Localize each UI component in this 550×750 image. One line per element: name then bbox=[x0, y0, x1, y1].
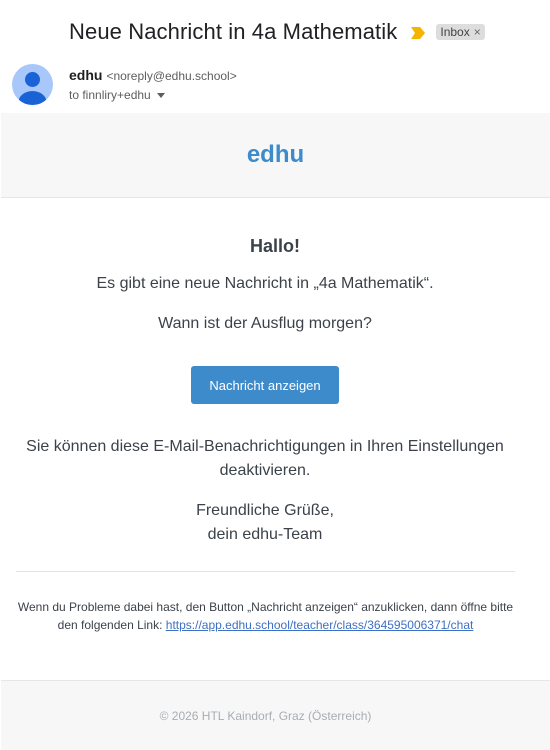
intro-text: Es gibt eine neue Nachricht in „4a Mathe… bbox=[96, 275, 434, 292]
sender-name[interactable]: edhu bbox=[69, 67, 102, 83]
message-preview: Wann ist der Ausflug morgen? bbox=[158, 315, 372, 332]
copyright-text: © 2026 HTL Kaindorf, Graz (Österreich) bbox=[159, 708, 372, 723]
caret-down-icon[interactable] bbox=[156, 92, 165, 98]
subject-row: Neue Nachricht in 4a Mathematik Inbox × bbox=[69, 16, 485, 48]
email-subject: Neue Nachricht in 4a Mathematik bbox=[69, 19, 398, 44]
email-brand-header: edhu bbox=[1, 113, 550, 198]
inbox-label-chip[interactable]: Inbox × bbox=[436, 24, 485, 40]
remove-label-icon[interactable]: × bbox=[474, 25, 481, 39]
signoff-greeting: Freundliche Grüße, bbox=[196, 502, 334, 519]
email-footer: © 2026 HTL Kaindorf, Graz (Österreich) bbox=[1, 680, 550, 750]
sender-row: edhu <noreply@edhu.school> bbox=[69, 67, 237, 83]
recipient-text: to finnliry+edhu bbox=[69, 88, 151, 102]
sender-email: <noreply@edhu.school> bbox=[106, 69, 237, 83]
important-marker-icon[interactable] bbox=[411, 26, 426, 39]
show-message-button[interactable]: Nachricht anzeigen bbox=[191, 366, 339, 404]
notification-settings-note: Sie können diese E-Mail-Benachrichtigung… bbox=[26, 438, 504, 479]
chat-link[interactable]: https://app.edhu.school/teacher/class/36… bbox=[166, 618, 474, 632]
brand-logo-text: edhu bbox=[246, 141, 305, 168]
inbox-label-text: Inbox bbox=[440, 25, 470, 39]
signoff: Freundliche Grüße, dein edhu-Team bbox=[0, 499, 530, 547]
recipient-row: to finnliry+edhu bbox=[69, 88, 165, 102]
sender-avatar[interactable] bbox=[12, 64, 53, 105]
default-person-avatar-icon bbox=[18, 72, 47, 105]
greeting-heading: Hallo! bbox=[249, 236, 300, 256]
signoff-team: dein edhu-Team bbox=[207, 526, 323, 543]
content-divider bbox=[16, 571, 515, 572]
email-body: edhu Hallo! Es gibt eine neue Nachricht … bbox=[0, 113, 550, 750]
help-text: Wenn du Probleme dabei hast, den Button … bbox=[16, 598, 515, 634]
